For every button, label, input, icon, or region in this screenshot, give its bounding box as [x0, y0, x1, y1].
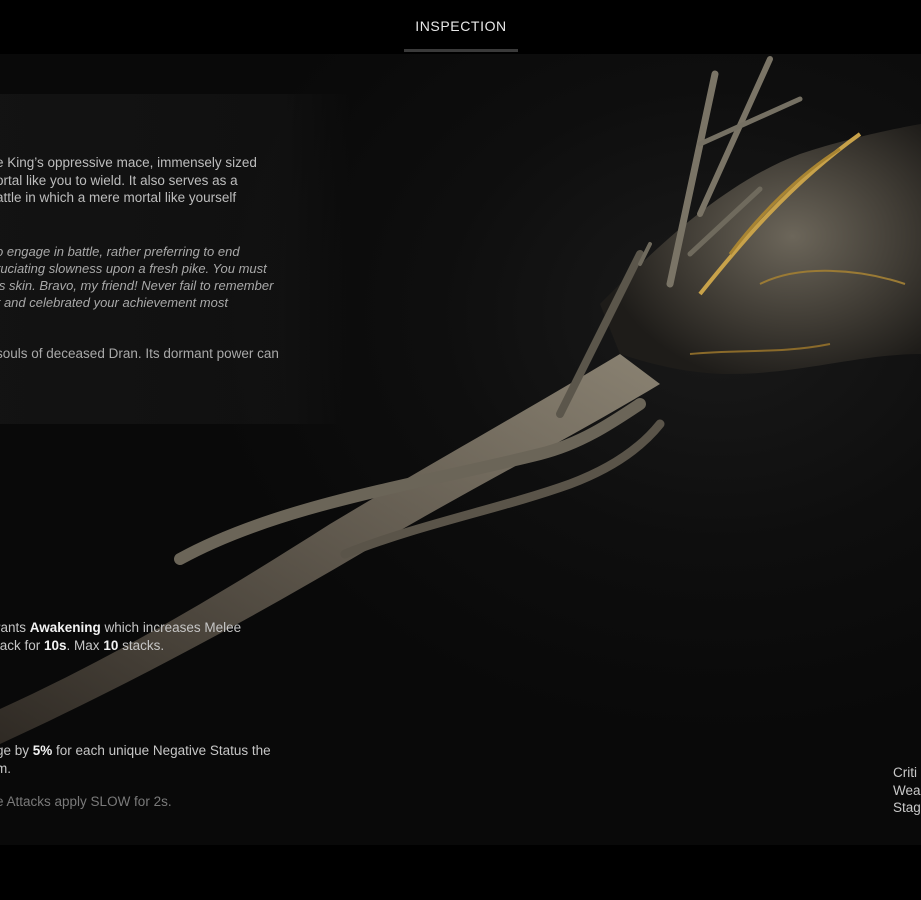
tab-active-underline: [404, 49, 518, 52]
top-bar: INSPECTION: [0, 0, 921, 54]
tab-inspection[interactable]: INSPECTION: [404, 0, 518, 54]
mutator-description: e Attacks apply SLOW for 2s.: [0, 794, 172, 809]
trait-description: ge by 5% for each unique Negative Status…: [0, 743, 271, 776]
bottom-bar: [0, 845, 921, 900]
stat-label: Wea: [893, 782, 921, 798]
inspection-viewport[interactable]: e King’s oppressive mace, immensely size…: [0, 54, 921, 845]
stat-label: Stag: [893, 800, 921, 815]
mod-description: rants Awakening which increases Melee ta…: [0, 620, 242, 653]
tab-inspection-label: INSPECTION: [415, 18, 507, 34]
lore-quote: o engage in battle, rather preferring to…: [0, 244, 274, 310]
weapon-stats-labels: Criti Wea Stag: [893, 764, 921, 817]
lore-description: e King’s oppressive mace, immensely size…: [0, 155, 257, 205]
lore-souls-text: souls of deceased Dran. Its dormant powe…: [0, 346, 279, 361]
stat-label: Criti: [893, 765, 917, 780]
